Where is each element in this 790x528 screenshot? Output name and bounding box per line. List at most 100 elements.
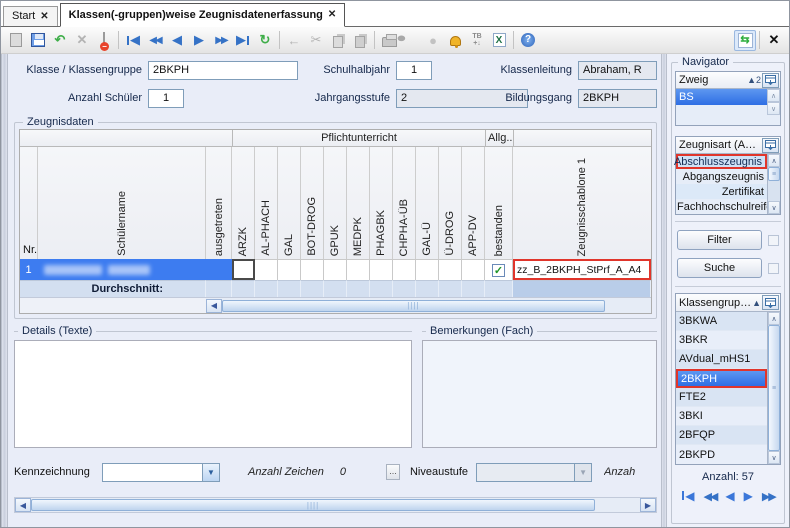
- grid-view-icon[interactable]: [762, 295, 779, 310]
- scrollbar-thumb[interactable]: ≡: [768, 325, 780, 451]
- remove-record-icon[interactable]: −: [93, 30, 115, 51]
- scrollbar-thumb[interactable]: ||||: [31, 499, 595, 511]
- bestanden-checkbox[interactable]: ✓: [492, 264, 505, 277]
- klassengruppe-scrollbar[interactable]: ∧ ≡ ∨: [767, 312, 780, 464]
- cut-icon[interactable]: ✂: [305, 30, 327, 51]
- column-header-chpha-ueb[interactable]: CHPHA-ÜB: [393, 147, 416, 259]
- scroll-down-icon[interactable]: ∨: [768, 451, 780, 464]
- column-header-phagbk[interactable]: PHAGBK: [370, 147, 393, 259]
- column-header-arzk[interactable]: ARZK: [232, 147, 255, 259]
- list-item-abschlusszeugnis[interactable]: Abschlusszeugnis: [676, 154, 767, 169]
- help-icon[interactable]: ?: [517, 30, 539, 51]
- tb-icon[interactable]: TB+↓: [466, 30, 488, 51]
- excel-export-icon[interactable]: X: [488, 30, 510, 51]
- grade-cell-ue-drog[interactable]: [439, 259, 462, 280]
- paste-icon[interactable]: [349, 30, 371, 51]
- suche-checkbox[interactable]: [768, 263, 779, 274]
- next-icon[interactable]: ▶: [744, 489, 753, 503]
- export-refresh-icon[interactable]: ⇆: [734, 30, 756, 51]
- list-item-2bkpd[interactable]: 2BKPD: [676, 445, 767, 464]
- list-item-fachhochschulreife[interactable]: Fachhochschulreife: [676, 199, 767, 214]
- table-h-scrollbar[interactable]: ◀ ||||: [206, 297, 651, 313]
- column-header-gal[interactable]: GAL: [278, 147, 301, 259]
- close-icon[interactable]: ✕: [763, 30, 785, 51]
- list-item-2bfqp[interactable]: 2BFQP: [676, 426, 767, 445]
- column-header-ue-drog[interactable]: Ü-DROG: [439, 147, 462, 259]
- tab-start[interactable]: Start ✕: [3, 6, 58, 26]
- student-name-cell[interactable]: [38, 259, 206, 280]
- next-icon[interactable]: ▶: [188, 30, 210, 51]
- scroll-left-icon[interactable]: ◀: [15, 498, 31, 512]
- new-record-icon[interactable]: [5, 30, 27, 51]
- schulhalbjahr-field[interactable]: 1: [396, 61, 432, 80]
- column-header-gal-ue[interactable]: GAL-Ü: [416, 147, 439, 259]
- dropdown-arrow-icon[interactable]: ▼: [202, 464, 219, 481]
- column-header-app-dv[interactable]: APP-DV: [462, 147, 485, 259]
- list-item-3bkwa[interactable]: 3BKWA: [676, 312, 767, 331]
- back-arrow-icon[interactable]: ←: [283, 30, 305, 51]
- klassengruppe-header[interactable]: Klassengruppe ▲: [676, 294, 780, 312]
- grade-cell-phagbk[interactable]: [370, 259, 393, 280]
- fast-next-icon[interactable]: ▶▶: [210, 30, 232, 51]
- list-item-avdual-mhs1[interactable]: AVdual_mHS1: [676, 350, 767, 369]
- zweig-header[interactable]: Zweig ▲2: [676, 72, 780, 89]
- last-icon[interactable]: ▶: [232, 30, 254, 51]
- grade-cell-app-dv[interactable]: [462, 259, 485, 280]
- prev-icon[interactable]: ◀: [166, 30, 188, 51]
- grade-cell-gal-ue[interactable]: [416, 259, 439, 280]
- first-icon[interactable]: ◀: [122, 30, 144, 51]
- list-item-zertifikat[interactable]: Zertifikat: [676, 184, 767, 199]
- scroll-up-icon[interactable]: ∧: [768, 312, 780, 325]
- scroll-right-icon[interactable]: ▶: [640, 498, 656, 512]
- grade-cell-medpk[interactable]: [347, 259, 370, 280]
- column-header-bot-drog[interactable]: BOT-DROG: [301, 147, 324, 259]
- list-item-fte2[interactable]: FTE2: [676, 388, 767, 407]
- column-header-bestanden[interactable]: bestanden: [485, 147, 513, 259]
- grade-cell-chpha-ueb[interactable]: [393, 259, 416, 280]
- scroll-up-icon[interactable]: ∧: [768, 154, 780, 167]
- zeugnisschablone-cell[interactable]: zz_B_2BKPH_StPrf_A_A4: [513, 259, 651, 280]
- zeugnisart-header[interactable]: Zeugnisart (Anzei...: [676, 137, 780, 154]
- list-item-3bki[interactable]: 3BKI: [676, 407, 767, 426]
- column-header-nr[interactable]: Nr.: [20, 147, 38, 259]
- grade-cell-gal[interactable]: [278, 259, 301, 280]
- scrollbar-thumb[interactable]: ||||: [222, 300, 605, 312]
- column-header-al-phach[interactable]: AL-PHACH: [255, 147, 278, 259]
- list-item-bs[interactable]: BS: [676, 89, 780, 105]
- list-item-abgangszeugnis[interactable]: Abgangszeugnis: [676, 169, 767, 184]
- column-header-schuelername[interactable]: Schülername: [38, 147, 206, 259]
- column-header-medpk[interactable]: MEDPK: [347, 147, 370, 259]
- filter-checkbox[interactable]: [768, 235, 779, 246]
- ellipsis-button[interactable]: ...: [386, 464, 400, 480]
- column-header-gpuk[interactable]: GPUK: [324, 147, 347, 259]
- details-textarea[interactable]: [14, 340, 412, 448]
- column-header-zeugnisschablone[interactable]: Zeugnisschablone 1: [513, 147, 651, 259]
- save-icon[interactable]: [27, 30, 49, 51]
- tab-start-close-icon[interactable]: ✕: [40, 11, 48, 22]
- ausgetreten-cell[interactable]: [206, 259, 232, 280]
- kennzeichnung-dropdown[interactable]: ▼: [102, 463, 220, 482]
- prev-icon[interactable]: ◀: [725, 489, 734, 503]
- copy-icon[interactable]: [327, 30, 349, 51]
- delete-icon[interactable]: ✕: [71, 30, 93, 51]
- grade-cell-bot-drog[interactable]: [301, 259, 324, 280]
- undo-icon[interactable]: ↶: [49, 30, 71, 51]
- grid-view-icon[interactable]: [762, 138, 779, 153]
- column-header-ausgetreten[interactable]: ausgetreten: [206, 147, 232, 259]
- list-item-2bkph[interactable]: 2BKPH: [676, 369, 767, 388]
- anzahl-schueler-field[interactable]: 1: [148, 89, 184, 108]
- left-splitter[interactable]: [1, 54, 8, 528]
- tab-main-close-icon[interactable]: ✕: [328, 9, 336, 20]
- scroll-left-icon[interactable]: ◀: [206, 299, 222, 313]
- bell-icon[interactable]: [444, 30, 466, 51]
- filter-button[interactable]: Filter: [677, 230, 762, 250]
- main-h-scrollbar[interactable]: ◀ |||| ▶: [14, 497, 657, 513]
- tab-zeugnisdatenerfassung[interactable]: Klassen(-gruppen)weise Zeugnisdatenerfas…: [60, 3, 346, 27]
- fast-next-icon[interactable]: ▶▶: [762, 490, 775, 503]
- grade-cell-al-phach[interactable]: [255, 259, 278, 280]
- first-icon[interactable]: ◀: [681, 489, 694, 503]
- row-nr-cell[interactable]: 1: [20, 259, 38, 280]
- record-icon[interactable]: ●: [396, 30, 426, 51]
- scroll-down-icon[interactable]: ∨: [768, 201, 780, 214]
- scrollbar-thumb[interactable]: ≡: [768, 167, 780, 181]
